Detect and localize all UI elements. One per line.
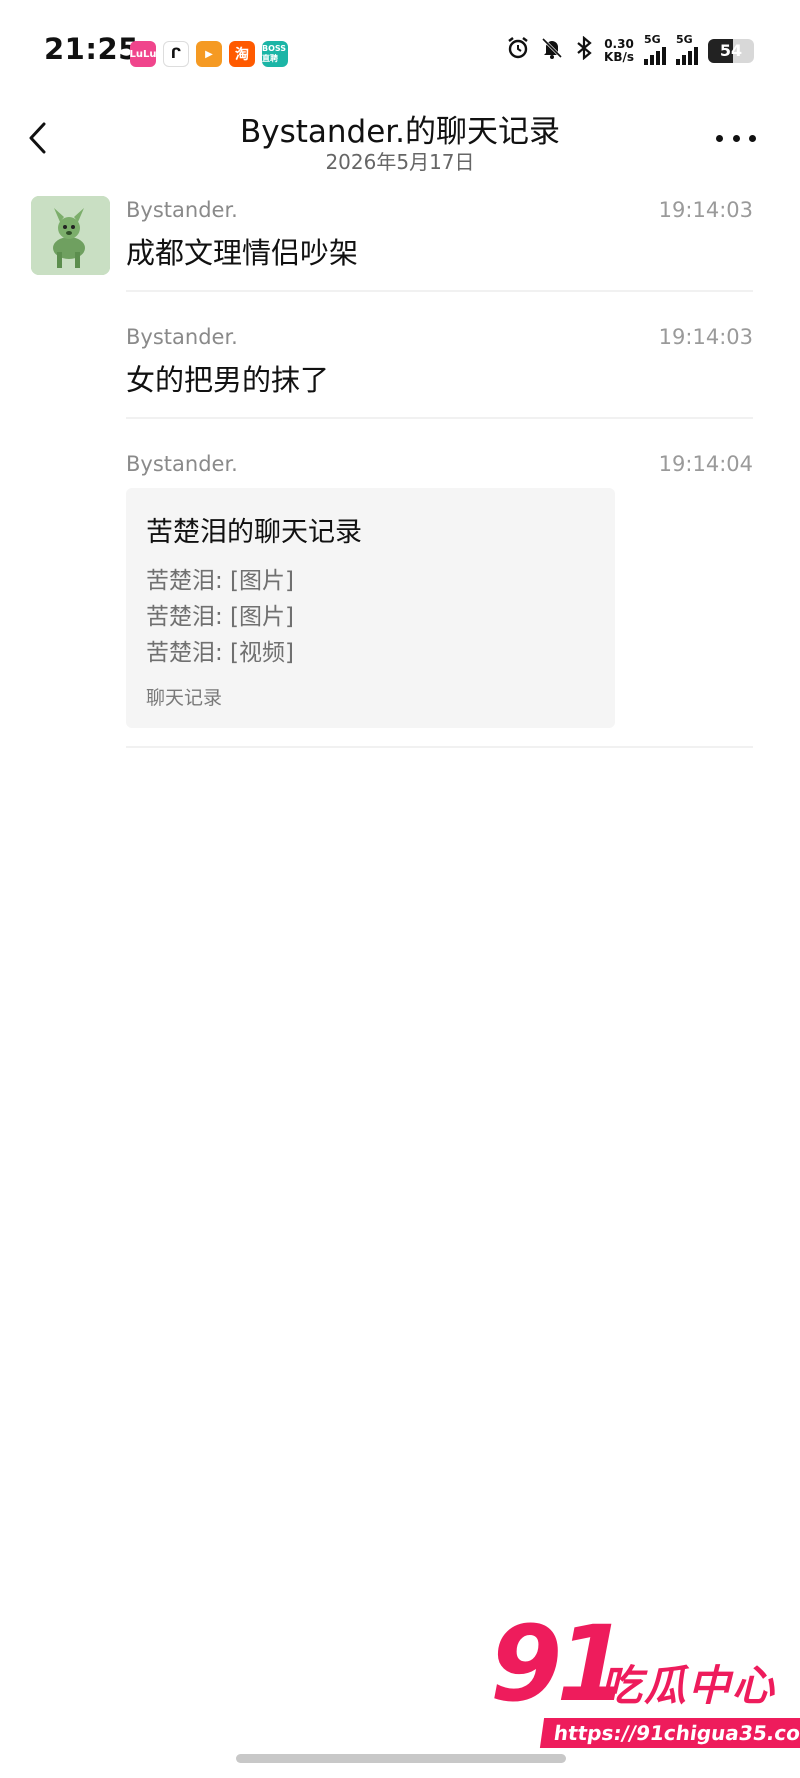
card-preview-line: 苦楚泪: [图片]: [146, 568, 295, 594]
video-app-icon: ▶: [196, 41, 222, 67]
divider: [126, 746, 753, 748]
network-speed: 0.30 KB/s: [604, 36, 634, 64]
bluetooth-icon: [574, 35, 594, 65]
page-title: Bystander.的聊天记录: [239, 114, 561, 150]
status-time: 21:25: [44, 32, 139, 66]
message-time: 19:14:04: [658, 452, 753, 476]
card-footer-label: 聊天记录: [146, 687, 223, 709]
watermark-logo: 91 吃瓜中心 https://91chigua35.com: [490, 1612, 800, 1762]
watermark-url: https://91chigua35.com: [539, 1718, 800, 1748]
sim1-label: 5G: [644, 32, 661, 46]
lulu-app-icon: LuLu: [130, 41, 157, 67]
alarm-icon: [506, 36, 530, 65]
page-date: 2026年5月17日: [325, 150, 475, 174]
network-speed-value: 0.30: [604, 36, 634, 51]
signal-icon-sim2: 5G: [676, 33, 698, 65]
home-indicator[interactable]: [236, 1754, 566, 1763]
network-speed-unit: KB/s: [604, 49, 634, 64]
avatar[interactable]: [31, 196, 110, 275]
mute-icon: [540, 36, 564, 65]
watermark-text: 吃瓜中心: [600, 1661, 777, 1710]
taobao-app-icon: 淘: [229, 41, 255, 67]
message-sender: Bystander.: [126, 452, 238, 476]
card-preview-line: 苦楚泪: [视频]: [146, 640, 295, 666]
message-text: 女的把男的抹了: [126, 363, 330, 397]
app-icon: ᒋ: [163, 41, 189, 67]
battery-level: 54: [719, 41, 743, 60]
signal-icon-sim1: 5G: [644, 33, 666, 65]
card-title: 苦楚泪的聊天记录: [146, 517, 362, 548]
status-indicators: 0.30 KB/s 5G 5G 54: [506, 33, 754, 65]
more-button[interactable]: [716, 126, 756, 150]
message-item[interactable]: Bystander. 19:14:03 女的把男的抹了: [0, 323, 800, 419]
sim2-label: 5G: [676, 32, 693, 46]
battery-icon: 54: [708, 38, 754, 63]
chat-history-header: Bystander.的聊天记录 2026年5月17日: [0, 100, 800, 180]
message-text: 成都文理情侣吵架: [126, 236, 359, 270]
notification-app-icons: LuLu ᒋ ▶ 淘 BOSS直聘: [130, 41, 288, 67]
more-dots-icon: [716, 134, 723, 142]
boss-app-icon: BOSS直聘: [262, 41, 288, 67]
message-time: 19:14:03: [658, 325, 753, 349]
status-bar: 21:25 LuLu ᒋ ▶ 淘 BOSS直聘 0.30 KB/s 5G 5G: [0, 0, 800, 100]
message-item: Bystander. 19:14:04 苦楚泪的聊天记录 苦楚泪: [图片] 苦…: [0, 450, 800, 748]
divider: [126, 417, 753, 419]
message-sender: Bystander.: [126, 325, 238, 349]
message-time: 19:14:03: [658, 198, 753, 222]
dog-avatar-icon: [31, 196, 110, 275]
card-preview-line: 苦楚泪: [图片]: [146, 604, 295, 630]
divider: [126, 290, 753, 292]
message-sender: Bystander.: [126, 198, 238, 222]
message-item[interactable]: Bystander. 19:14:03 成都文理情侣吵架: [0, 196, 800, 292]
chat-history-card[interactable]: 苦楚泪的聊天记录 苦楚泪: [图片] 苦楚泪: [图片] 苦楚泪: [视频] 聊…: [126, 488, 615, 728]
